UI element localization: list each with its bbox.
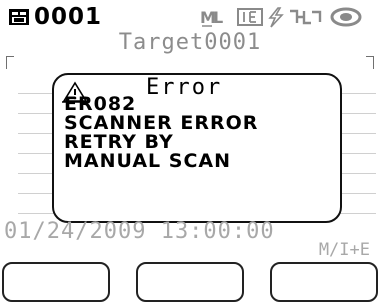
datetime: 01/24/2009 13:00:00 [4,219,275,244]
battery-icon [330,7,362,27]
softkey-left[interactable] [2,262,110,302]
svg-text:L: L [213,8,223,27]
list-bracket-left [6,56,14,69]
target-number: 0001 [34,4,103,30]
target-data-icon [9,9,29,25]
connection-icon [290,9,322,25]
dialog-line: MANUAL SCAN [64,150,232,172]
list-bracket-right [366,56,374,69]
dialog-message: ER082 SCANNER ERROR RETRY BY MANUAL SCAN [64,95,258,171]
screen-title: Target0001 [118,30,262,55]
status-bar: 0001 M L [0,0,380,32]
error-dialog: Error ER082 SCANNER ERROR RETRY BY MANUA… [52,73,342,223]
flash-icon [268,7,284,28]
measurement-mode-icon: M L [200,8,223,27]
measurement-mode-label: M/I+E [318,240,370,260]
illuminant-icon [237,8,263,26]
softkey-center[interactable] [136,262,244,302]
status-icons: M L [200,7,362,28]
softkey-right[interactable] [270,262,378,302]
